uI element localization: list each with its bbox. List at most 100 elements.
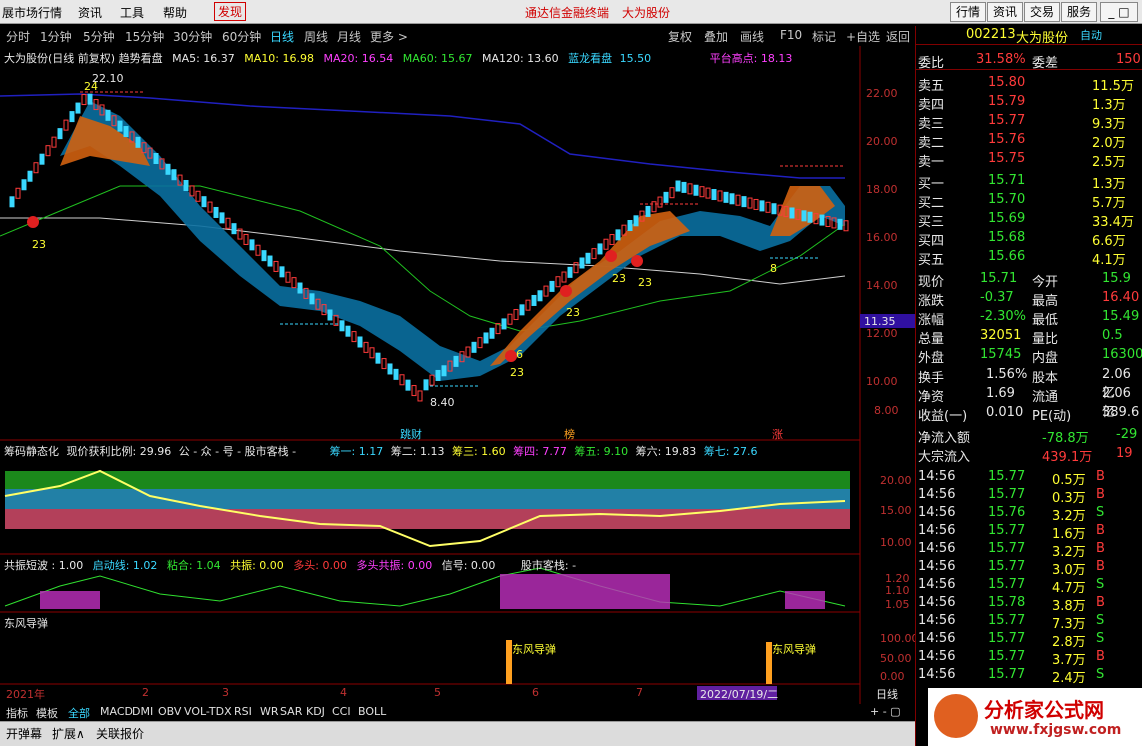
trade-row[interactable]: 14:56 15.77 2.8万 S	[916, 630, 1142, 650]
period-more[interactable]: 更多 >	[370, 28, 408, 45]
f10-button[interactable]: F10	[780, 28, 802, 42]
macd-tab[interactable]: MACD	[100, 705, 133, 718]
candle	[261, 250, 267, 262]
quote-value: -0.37	[980, 290, 1014, 305]
quote-row: 现价 15.71 今开 15.9	[916, 270, 1142, 290]
trade-row[interactable]: 14:56 15.77 3.7万 B	[916, 648, 1142, 668]
linked-quote-button[interactable]: 关联报价	[96, 725, 144, 742]
cci-tab[interactable]: CCI	[332, 705, 351, 718]
period-30m[interactable]: 30分钟	[173, 28, 212, 45]
time-tick: 6	[532, 686, 539, 699]
auto-label[interactable]: 自动	[1080, 27, 1102, 43]
candle	[435, 369, 441, 381]
wr-tab[interactable]: WR	[260, 705, 279, 718]
trade-row[interactable]: 14:56 15.78 3.8万 B	[916, 594, 1142, 614]
tab-trade[interactable]: 交易	[1024, 2, 1061, 22]
bid-row[interactable]: 买三 15.69 33.4万	[916, 210, 1142, 230]
candle	[771, 203, 777, 215]
ask-row[interactable]: 卖三 15.77 9.3万	[916, 112, 1142, 132]
trade-row[interactable]: 14:56 15.77 3.2万 B	[916, 540, 1142, 560]
osc-note: 股市客栈: -	[520, 559, 577, 572]
trade-row[interactable]: 14:56 15.77 0.3万 B	[916, 486, 1142, 506]
trade-row[interactable]: 14:56 15.77 2.4万 S	[916, 666, 1142, 686]
weibi-value: 31.58%	[976, 52, 1026, 67]
ask-row[interactable]: 卖五 15.80 11.5万	[916, 74, 1142, 94]
ask-row[interactable]: 卖二 15.76 2.0万	[916, 131, 1142, 151]
period-1m[interactable]: 1分钟	[40, 28, 72, 45]
candle	[591, 248, 597, 260]
period-15m[interactable]: 15分钟	[125, 28, 164, 45]
blue-dragon-value: 15.50	[619, 52, 652, 65]
candle	[807, 211, 813, 223]
trade-row[interactable]: 14:56 15.77 0.5万 B	[916, 468, 1142, 488]
trade-row[interactable]: 14:56 15.77 1.6万 B	[916, 522, 1142, 542]
period-5m[interactable]: 5分钟	[83, 28, 115, 45]
rsi-tab[interactable]: RSI	[234, 705, 252, 718]
add-favorite-button[interactable]: +自选	[846, 28, 880, 45]
bid-row[interactable]: 买一 15.71 1.3万	[916, 172, 1142, 192]
candle	[561, 271, 567, 283]
candle	[531, 294, 537, 306]
ma60-label: MA60: 15.67	[402, 52, 473, 65]
menu-news[interactable]: 资讯	[78, 4, 102, 21]
flow-label: 净流入额	[918, 431, 971, 446]
tab-service[interactable]: 服务	[1061, 2, 1098, 22]
ask-row[interactable]: 卖四 15.79 1.3万	[916, 93, 1142, 113]
period-monthly[interactable]: 月线	[337, 28, 361, 45]
quote-label: 收益(一)	[918, 409, 968, 424]
bid-row[interactable]: 买二 15.70 5.7万	[916, 191, 1142, 211]
count-label: 23	[32, 238, 46, 251]
menu-market[interactable]: 展市场行情	[2, 4, 62, 21]
stock-name: 大为股份	[1016, 31, 1069, 46]
time-tick: 3	[222, 686, 229, 699]
trade-row[interactable]: 14:56 15.77 4.7万 S	[916, 576, 1142, 596]
flow-value: 19	[1116, 446, 1133, 461]
vol-tab[interactable]: VOL-TDX	[184, 705, 232, 718]
tab-news[interactable]: 资讯	[987, 2, 1024, 22]
period-60m[interactable]: 60分钟	[222, 28, 261, 45]
expand-button[interactable]: 扩展∧	[52, 725, 85, 742]
bid-row[interactable]: 买四 15.68 6.6万	[916, 229, 1142, 249]
candle	[525, 299, 531, 311]
boll-tab[interactable]: BOLL	[358, 705, 386, 718]
trade-side: S	[1096, 631, 1105, 646]
period-daily[interactable]: 日线	[270, 28, 294, 45]
obv-tab[interactable]: OBV	[158, 705, 181, 718]
trade-price: 15.77	[988, 613, 1026, 628]
window-controls[interactable]: _ □	[1100, 2, 1138, 22]
missile-title: 东风导弹	[4, 617, 48, 630]
trade-row[interactable]: 14:56 15.77 3.0万 B	[916, 558, 1142, 578]
draw-button[interactable]: 画线	[740, 28, 764, 45]
period-weekly[interactable]: 周线	[304, 28, 328, 45]
discover-button[interactable]: 发现	[214, 2, 247, 21]
kline-chart-area[interactable]: 大为股份(日线 前复权) 趋势看盘 MA5: 16.37 MA10: 16.98…	[0, 46, 919, 708]
candle	[351, 331, 357, 343]
period-tick[interactable]: 分时	[6, 28, 30, 45]
zoom-controls[interactable]: + - ▢	[870, 705, 901, 718]
candle	[291, 277, 297, 289]
bid-row[interactable]: 买五 15.66 4.1万	[916, 248, 1142, 268]
menu-help[interactable]: 帮助	[163, 4, 187, 21]
trade-row[interactable]: 14:56 15.77 7.3万 S	[916, 612, 1142, 632]
dmi-tab[interactable]: DMI	[132, 705, 153, 718]
menu-tools[interactable]: 工具	[120, 4, 144, 21]
ask-row[interactable]: 卖一 15.75 2.5万	[916, 150, 1142, 170]
kdj-tab[interactable]: KDJ	[306, 705, 325, 718]
indicator-tab[interactable]: 指标	[6, 705, 28, 721]
danmaku-button[interactable]: 开弹幕	[6, 725, 42, 742]
trade-side: B	[1096, 469, 1105, 484]
candle	[21, 179, 27, 191]
back-button[interactable]: 返回	[886, 28, 910, 45]
tab-quote[interactable]: 行情	[950, 2, 987, 22]
overlay-button[interactable]: 叠加	[704, 28, 728, 45]
candle	[597, 243, 603, 255]
sar-tab[interactable]: SAR	[280, 705, 302, 718]
all-tab[interactable]: 全部	[68, 705, 90, 721]
template-tab[interactable]: 模板	[36, 705, 58, 721]
candle	[135, 136, 141, 148]
mark-button[interactable]: 标记	[812, 28, 836, 45]
fq-button[interactable]: 复权	[668, 28, 692, 45]
trade-row[interactable]: 14:56 15.76 3.2万 S	[916, 504, 1142, 524]
trade-time: 14:56	[918, 667, 956, 682]
trade-side: S	[1096, 577, 1105, 592]
